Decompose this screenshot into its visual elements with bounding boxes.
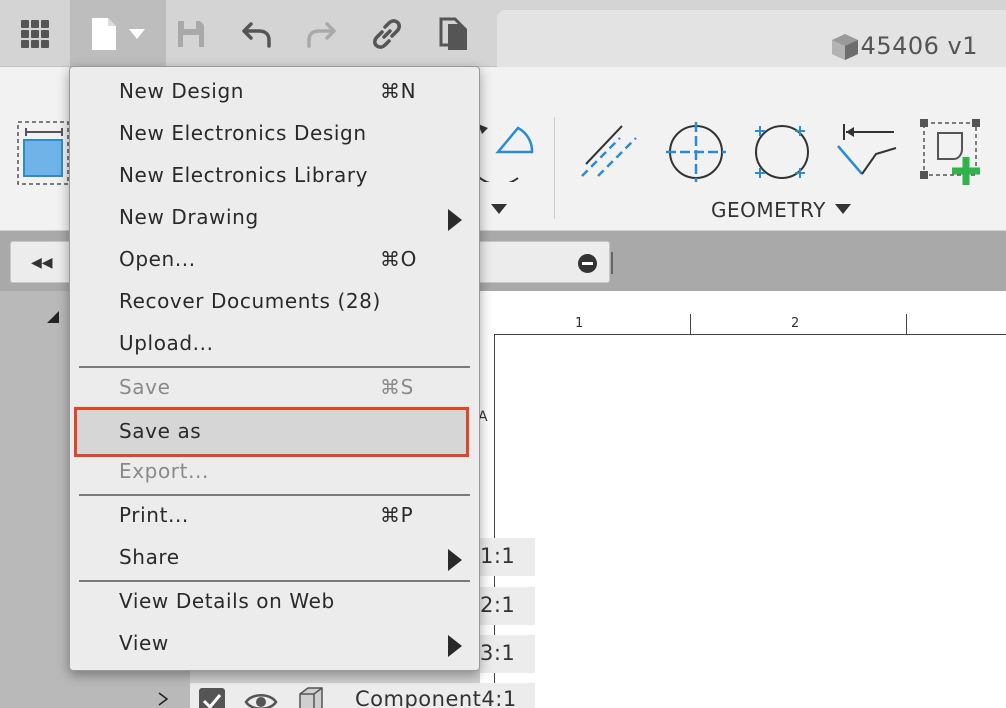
ruler-number: 1 xyxy=(575,316,584,331)
undo-button[interactable] xyxy=(236,0,278,67)
component-box-icon xyxy=(299,687,323,708)
sketch-dimension-icon[interactable] xyxy=(16,120,72,186)
menu-separator xyxy=(79,580,470,582)
menu-separator xyxy=(79,366,470,368)
menu-item-new-drawing[interactable]: New Drawing xyxy=(70,199,479,239)
ruler-tick xyxy=(690,314,691,334)
menu-item-label: Upload... xyxy=(119,331,214,355)
chevron-down-icon xyxy=(129,28,145,39)
menu-item-label: New Drawing xyxy=(119,205,259,229)
panel-grip-handle[interactable] xyxy=(611,252,613,274)
redo-button[interactable] xyxy=(300,0,342,67)
link-button[interactable] xyxy=(366,0,408,67)
menu-item-label: Export... xyxy=(119,459,209,483)
ribbon-divider xyxy=(554,117,555,219)
menu-item-share[interactable]: Share xyxy=(70,539,479,579)
add-sketch-icon[interactable] xyxy=(918,117,988,187)
ruler-tick xyxy=(906,314,907,334)
save-disk-icon xyxy=(178,20,204,47)
cube-icon xyxy=(832,34,858,60)
chevron-down-icon[interactable] xyxy=(491,204,507,214)
ruler-number: 2 xyxy=(791,316,800,331)
grid-apps-icon xyxy=(21,19,49,48)
menu-item-shortcut: ⌘S xyxy=(380,375,414,399)
menu-item-label: Share xyxy=(119,545,180,569)
link-icon xyxy=(373,18,401,49)
menu-item-label: New Electronics Library xyxy=(119,163,369,187)
menu-item-label: Save as xyxy=(119,419,202,443)
submenu-arrow-icon xyxy=(448,635,462,657)
menu-item-label: View Details on Web xyxy=(119,589,335,613)
menu-item-view-details-on-web[interactable]: View Details on Web xyxy=(70,583,479,623)
component-row-label: Component4:1 xyxy=(355,687,517,708)
menu-separator xyxy=(79,494,470,496)
component-row[interactable]: 1:1 xyxy=(480,538,535,576)
menu-item-view[interactable]: View xyxy=(70,625,479,665)
component-row[interactable]: Component4:1 xyxy=(190,683,535,708)
save-button[interactable] xyxy=(170,0,212,67)
component-row-label: 3:1 xyxy=(480,641,516,665)
collapse-browser-icon[interactable]: ◀◀ xyxy=(31,255,53,271)
menu-item-label: Recover Documents (28) xyxy=(119,289,381,313)
component-row-label: 2:1 xyxy=(480,593,516,617)
submenu-arrow-icon xyxy=(448,549,462,571)
menu-item-save[interactable]: Save ⌘S xyxy=(70,369,479,409)
visibility-checkbox-icon[interactable] xyxy=(198,687,226,708)
menu-item-upload[interactable]: Upload... xyxy=(70,325,479,365)
chevron-right-icon[interactable] xyxy=(157,691,169,707)
menu-item-save-as[interactable]: Save as xyxy=(74,407,469,457)
menu-item-label: New Design xyxy=(119,79,245,103)
menu-item-open[interactable]: Open... ⌘O xyxy=(70,241,479,281)
file-menu-button[interactable] xyxy=(70,0,166,67)
menu-item-label: New Electronics Design xyxy=(119,121,367,145)
menu-item-new-design[interactable]: New Design ⌘N xyxy=(70,73,479,113)
drawing-frame xyxy=(494,334,1006,708)
chevron-down-icon[interactable] xyxy=(835,204,851,214)
center-circle-icon[interactable] xyxy=(664,120,728,184)
app-grid-button[interactable] xyxy=(10,0,60,67)
minus-circle-icon[interactable] xyxy=(578,254,597,273)
menu-item-shortcut: ⌘N xyxy=(380,79,417,103)
file-dropdown-menu: New Design ⌘N New Electronics Design New… xyxy=(69,66,480,671)
circle-points-icon[interactable] xyxy=(750,120,814,184)
expand-triangle-icon[interactable] xyxy=(46,310,60,324)
document-tab[interactable]: 45406 v1 xyxy=(497,10,1006,67)
component-row[interactable]: 3:1 xyxy=(480,635,535,673)
geometry-menu-label[interactable]: GEOMETRY xyxy=(711,198,826,222)
component-row[interactable]: 2:1 xyxy=(480,587,535,625)
menu-item-new-electronics-design[interactable]: New Electronics Design xyxy=(70,115,479,155)
submenu-arrow-icon xyxy=(448,209,462,231)
menu-item-label: Save xyxy=(119,375,171,399)
menu-item-recover-documents[interactable]: Recover Documents (28) xyxy=(70,283,479,323)
menu-item-print[interactable]: Print... ⌘P xyxy=(70,497,479,537)
menu-item-shortcut: ⌘O xyxy=(380,247,417,271)
file-icon xyxy=(92,17,116,50)
construction-lines-icon[interactable] xyxy=(580,120,640,180)
eye-icon[interactable] xyxy=(244,691,278,708)
menu-item-label: View xyxy=(119,631,169,655)
menu-item-export[interactable]: Export... xyxy=(70,453,479,493)
component-row-label: 1:1 xyxy=(480,544,516,568)
copy-pages-icon xyxy=(439,17,467,50)
document-title: 45406 v1 xyxy=(860,32,978,60)
menu-item-shortcut: ⌘P xyxy=(380,503,414,527)
menu-item-new-electronics-library[interactable]: New Electronics Library xyxy=(70,157,479,197)
redo-icon xyxy=(307,21,336,48)
menu-item-label: Open... xyxy=(119,247,196,271)
menu-item-label: Print... xyxy=(119,503,189,527)
undo-icon xyxy=(242,21,271,48)
top-toolbar: 45406 v1 xyxy=(0,0,1006,67)
arc-icon[interactable] xyxy=(478,120,536,182)
offset-line-icon[interactable] xyxy=(836,120,900,180)
copy-button[interactable] xyxy=(432,0,476,67)
